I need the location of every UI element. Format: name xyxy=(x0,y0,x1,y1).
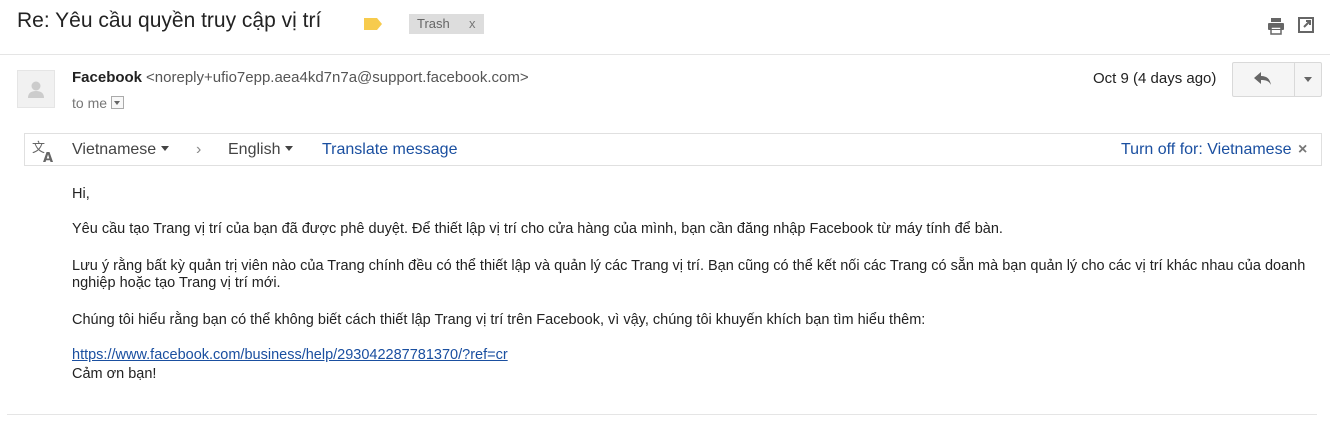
reply-arrow-icon xyxy=(1254,72,1271,85)
chevron-down-icon xyxy=(285,146,294,151)
svg-text:A: A xyxy=(43,151,53,164)
email-body-link-line: https://www.facebook.com/business/help/2… xyxy=(72,347,1312,364)
turn-off-translation-link[interactable]: Turn off for: Vietnamese xyxy=(1121,141,1291,159)
source-language-select[interactable]: Vietnamese xyxy=(72,141,170,159)
source-language-label: Vietnamese xyxy=(72,141,157,158)
email-greeting: Hi, xyxy=(72,186,90,202)
close-translate-bar-button[interactable]: × xyxy=(1298,141,1307,159)
sender-name[interactable]: Facebook xyxy=(72,69,142,86)
trash-label-chip: Trash x xyxy=(409,14,484,34)
sender-line: Facebook <noreply+ufio7epp.aea4kd7n7a@sup… xyxy=(72,69,529,86)
reply-button[interactable] xyxy=(1233,63,1295,96)
chevron-down-icon xyxy=(161,146,170,151)
email-closing: Cảm ơn bạn! xyxy=(72,366,157,382)
email-view: Re: Yêu cầu quyền truy cập vị trí Trash … xyxy=(0,0,1342,428)
email-paragraph-3: Chúng tôi hiểu rằng bạn có thể không biế… xyxy=(72,312,926,328)
print-icon[interactable] xyxy=(1266,16,1286,36)
label-tag-icon[interactable] xyxy=(363,17,383,31)
target-language-select[interactable]: English xyxy=(228,141,294,159)
recipient-text: to me xyxy=(72,95,108,111)
translate-message-link[interactable]: Translate message xyxy=(322,141,457,159)
email-paragraph-1: Yêu cầu tạo Trang vị trí của bạn đã được… xyxy=(72,221,1003,237)
recipient-line: to me xyxy=(72,95,125,111)
email-date: Oct 9 (4 days ago) xyxy=(1093,70,1217,87)
show-details-dropdown[interactable] xyxy=(111,96,125,109)
translate-icon: 文 A xyxy=(32,141,53,164)
chevron-right-icon: › xyxy=(196,141,202,158)
remove-label-button[interactable]: x xyxy=(469,14,476,34)
sender-avatar[interactable] xyxy=(17,70,55,108)
trash-label-text: Trash xyxy=(417,16,450,31)
translate-bar: 文 A Vietnamese › English Translate messa… xyxy=(24,133,1322,166)
default-person-icon xyxy=(28,81,44,98)
target-language-label: English xyxy=(228,141,281,158)
sender-email: <noreply+ufio7epp.aea4kd7n7a@support.fac… xyxy=(146,69,529,86)
help-link[interactable]: https://www.facebook.com/business/help/2… xyxy=(72,347,508,363)
more-options-button[interactable] xyxy=(1295,63,1321,96)
reply-button-group xyxy=(1232,62,1322,97)
open-in-new-window-icon[interactable] xyxy=(1297,16,1315,34)
divider xyxy=(7,414,1317,415)
subject-header: Re: Yêu cầu quyền truy cập vị trí Trash … xyxy=(0,0,1330,55)
email-paragraph-2: Lưu ý rằng bất kỳ quản trị viên nào của … xyxy=(72,258,1306,291)
email-subject: Re: Yêu cầu quyền truy cập vị trí xyxy=(17,9,322,32)
